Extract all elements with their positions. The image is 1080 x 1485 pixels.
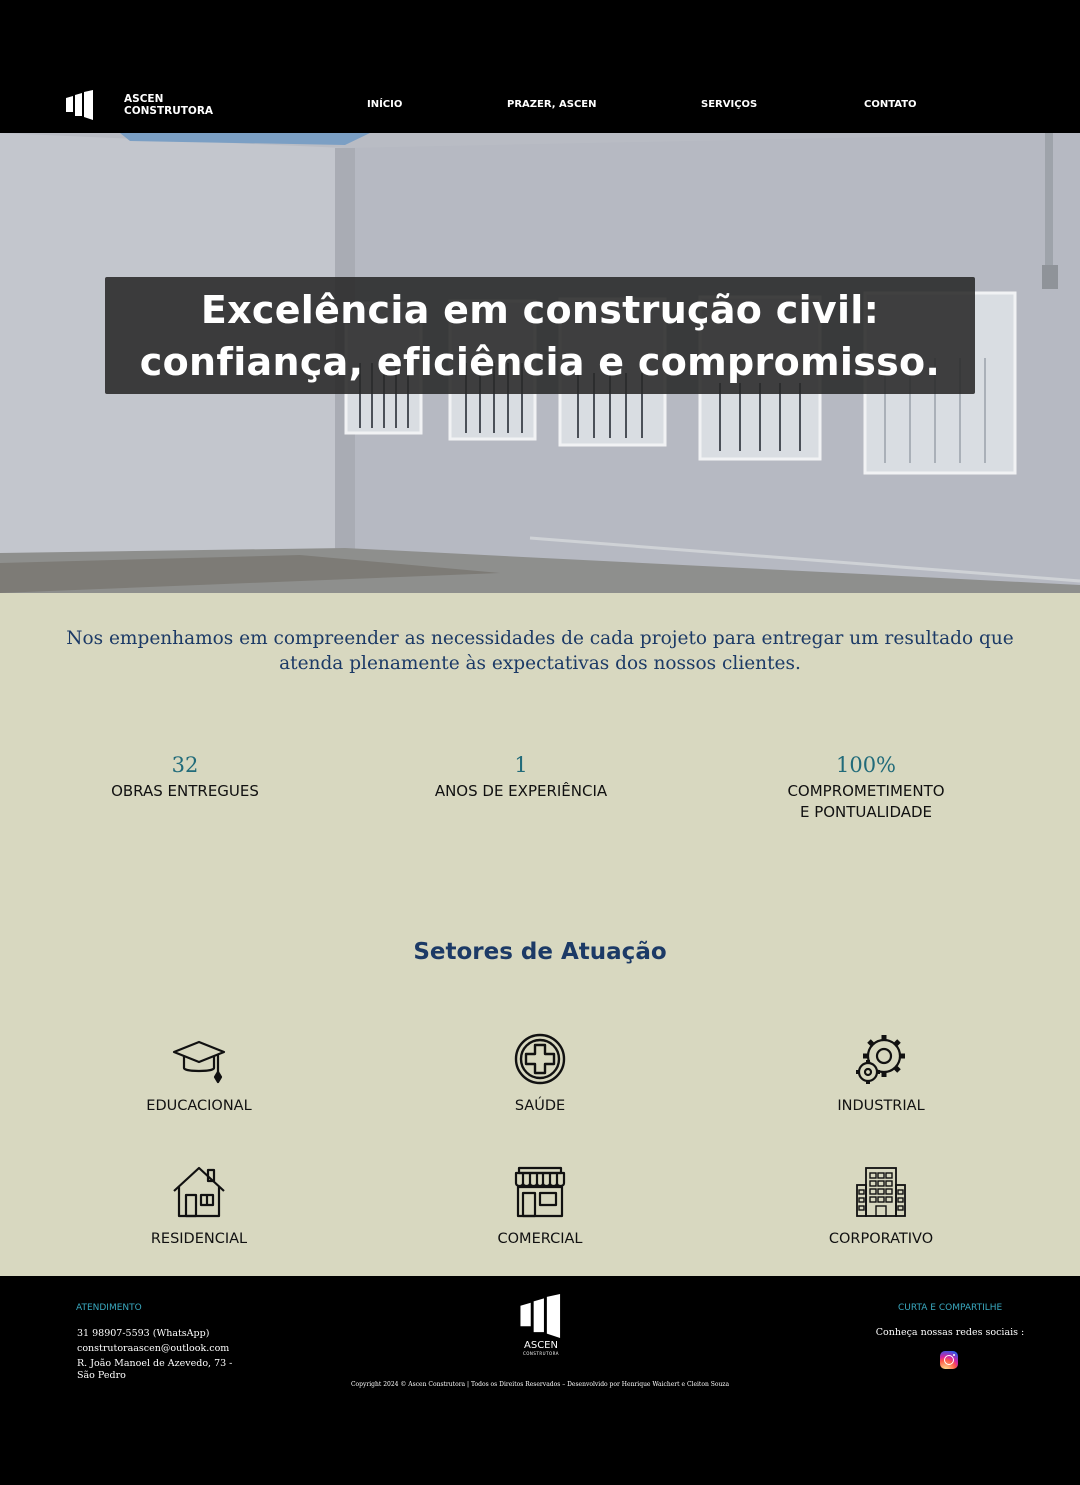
footer-logo-text: ASCEN xyxy=(524,1340,558,1351)
social-text: Conheça nossas redes sociais : xyxy=(875,1327,1025,1338)
hero-title-box: Excelência em construção civil: confianç… xyxy=(105,277,975,394)
site-header: ASCEN CONSTRUTORA INÍCIO PRAZER, ASCEN S… xyxy=(0,0,1080,133)
stat-label-line1: COMPROMETIMENTO xyxy=(787,782,945,800)
graduation-cap-icon xyxy=(172,1040,226,1084)
copyright-text: Copyright 2024 © Ascen Construtora | Tod… xyxy=(350,1381,730,1388)
nav-inicio[interactable]: INÍCIO xyxy=(367,99,402,110)
sector-comercial: COMERCIAL xyxy=(430,1165,650,1247)
footer-logo-sub: CONSTRUTORA xyxy=(522,1351,560,1356)
main-content: Nos empenhamos em compreender as necessi… xyxy=(0,593,1080,1276)
intro-text: Nos empenhamos em compreender as necessi… xyxy=(66,628,1014,674)
share-heading: CURTA E COMPARTILHE xyxy=(898,1303,1003,1313)
attendance-heading: ATENDIMENTO xyxy=(76,1303,142,1313)
logo[interactable]: ASCEN CONSTRUTORA xyxy=(66,90,213,120)
house-icon xyxy=(173,1166,225,1218)
logo-mark-icon xyxy=(66,90,93,120)
stat-value: 32 xyxy=(171,753,199,777)
stat-anos: 1 ANOS DE EXPERIÊNCIA xyxy=(391,751,651,802)
sector-label: COMERCIAL xyxy=(497,1231,583,1247)
stat-label: COMPROMETIMENTO E PONTUALIDADE xyxy=(736,781,996,823)
sectors-title: Setores de Atuação xyxy=(413,939,667,965)
stat-label: ANOS DE EXPERIÊNCIA xyxy=(434,782,608,800)
sector-label: EDUCACIONAL xyxy=(146,1098,252,1114)
stat-value: 1 xyxy=(514,753,528,777)
nav-servicos[interactable]: SERVIÇOS xyxy=(701,99,757,110)
sector-corporativo: CORPORATIVO xyxy=(771,1165,991,1247)
sector-label: SAÚDE xyxy=(514,1098,566,1114)
instagram-icon[interactable] xyxy=(940,1351,958,1369)
stat-compromisso: 100% COMPROMETIMENTO E PONTUALIDADE xyxy=(736,751,996,823)
sector-saude: SAÚDE xyxy=(430,1032,650,1114)
logo-line1: ASCEN xyxy=(124,93,164,105)
gears-icon xyxy=(856,1035,905,1084)
store-icon xyxy=(514,1166,566,1218)
office-building-icon xyxy=(856,1167,906,1217)
hero-banner: Excelência em construção civil: confianç… xyxy=(0,133,1080,593)
sector-residencial: RESIDENCIAL xyxy=(89,1165,309,1247)
sector-label: INDUSTRIAL xyxy=(837,1098,925,1114)
logo-text: ASCEN CONSTRUTORA xyxy=(124,93,213,117)
stat-obras: 32 OBRAS ENTREGUES xyxy=(55,751,315,802)
hero-title-line2: confiança, eficiência e compromisso. xyxy=(139,339,941,384)
sector-educacional: EDUCACIONAL xyxy=(89,1032,309,1114)
footer-address-line1: R. João Manoel de Azevedo, 73 - xyxy=(77,1358,233,1369)
nav-contato[interactable]: CONTATO xyxy=(864,99,917,110)
footer-logo[interactable]: ASCEN CONSTRUTORA xyxy=(515,1294,567,1356)
stat-label: OBRAS ENTREGUES xyxy=(111,782,259,800)
site-footer: ATENDIMENTO 31 98907-5593 (WhatsApp) con… xyxy=(0,1276,1080,1485)
stat-value: 100% xyxy=(835,753,897,777)
logo-line2: CONSTRUTORA xyxy=(124,105,214,117)
nav-prazer-ascen[interactable]: PRAZER, ASCEN xyxy=(507,99,597,110)
footer-email[interactable]: construtoraascen@outlook.com xyxy=(77,1343,229,1355)
logo-mark-icon xyxy=(520,1294,561,1338)
sector-industrial: INDUSTRIAL xyxy=(771,1032,991,1114)
medical-cross-icon xyxy=(514,1033,566,1085)
stat-label-line2: E PONTUALIDADE xyxy=(799,803,933,821)
footer-phone[interactable]: 31 98907-5593 (WhatsApp) xyxy=(77,1328,209,1340)
sector-label: RESIDENCIAL xyxy=(150,1231,248,1247)
hero-title-line1: Excelência em construção civil: xyxy=(200,287,880,332)
hero-title: Excelência em construção civil: confianç… xyxy=(140,284,940,388)
sector-label: CORPORATIVO xyxy=(828,1231,934,1247)
